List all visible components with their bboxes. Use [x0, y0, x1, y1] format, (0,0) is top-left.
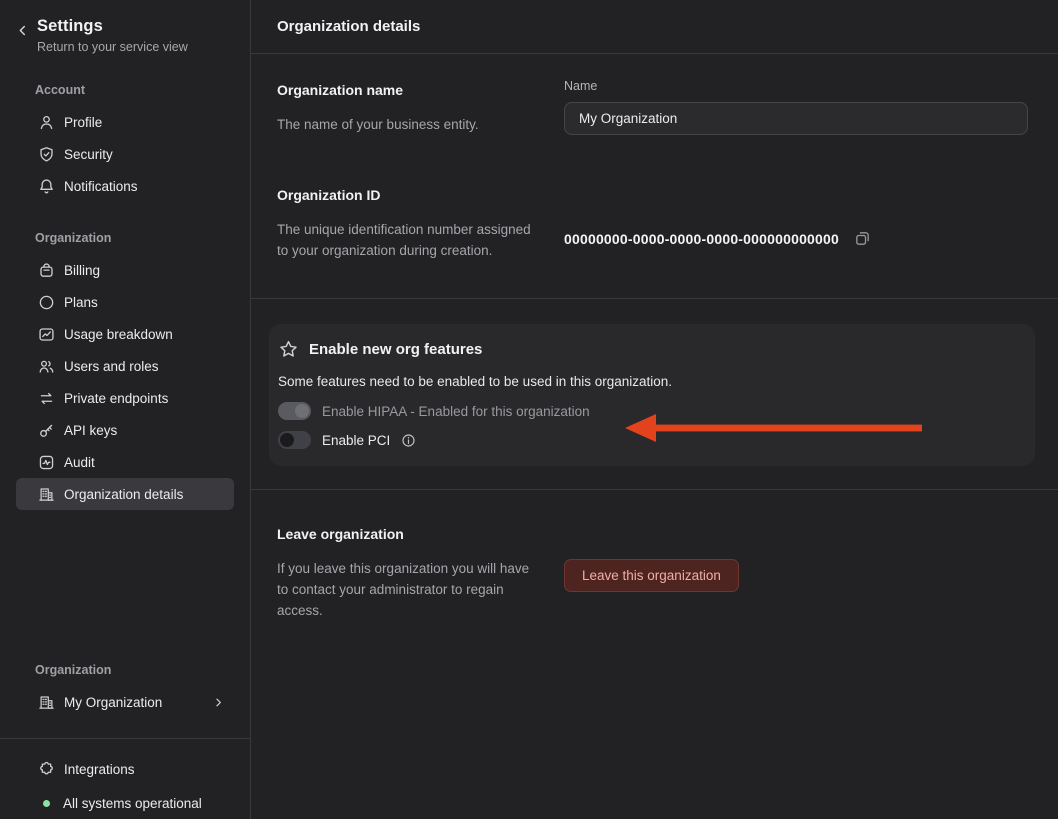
org-name-description: The name of your business entity. [277, 114, 535, 135]
chart-icon [38, 326, 55, 343]
hipaa-toggle[interactable] [278, 402, 311, 420]
org-id-description: The unique identification number assigne… [277, 219, 535, 261]
sidebar-item-label: Billing [64, 263, 100, 278]
billing-icon [38, 262, 55, 279]
page-title: Organization details [277, 18, 420, 35]
sidebar-item-usage-breakdown[interactable]: Usage breakdown [16, 318, 234, 350]
hipaa-toggle-label: Enable HIPAA - Enabled for this organiza… [322, 404, 590, 419]
sidebar-item-label: Audit [64, 455, 95, 470]
sidebar-footer: Integrations All systems operational [0, 739, 250, 819]
sidebar-item-audit[interactable]: Audit [16, 446, 234, 478]
section-divider [251, 298, 1058, 299]
system-status[interactable]: All systems operational [16, 787, 234, 819]
sidebar-item-private-endpoints[interactable]: Private endpoints [16, 382, 234, 414]
star-icon [279, 340, 298, 359]
circle-icon [38, 294, 55, 311]
org-name-input[interactable] [564, 102, 1028, 135]
main-panel: Organization details Organization name T… [251, 0, 1058, 819]
sidebar-item-api-keys[interactable]: API keys [16, 414, 234, 446]
sidebar-item-profile[interactable]: Profile [16, 106, 234, 138]
section-label-organization: Organization [35, 231, 250, 245]
features-description: Some features need to be enabled to be u… [278, 374, 1021, 389]
org-id-value: 00000000-0000-0000-0000-000000000000 [564, 231, 839, 247]
org-id-heading: Organization ID [277, 187, 564, 203]
chevron-right-icon [213, 697, 224, 708]
status-dot-icon [43, 800, 50, 807]
leave-org-heading: Leave organization [277, 526, 564, 542]
sidebar-item-users-and-roles[interactable]: Users and roles [16, 350, 234, 382]
sidebar-spacer [0, 510, 250, 663]
sidebar-item-billing[interactable]: Billing [16, 254, 234, 286]
section-label-account: Account [35, 83, 250, 97]
leave-org-description: If you leave this organization you will … [277, 558, 535, 621]
sidebar-title: Settings [37, 17, 188, 36]
integrations-label: Integrations [64, 762, 135, 777]
users-icon [38, 358, 55, 375]
org-id-row: Organization ID The unique identificatio… [277, 187, 1028, 261]
sidebar-item-plans[interactable]: Plans [16, 286, 234, 318]
org-switcher-label: Organization [35, 663, 250, 677]
info-icon[interactable] [401, 433, 416, 448]
key-icon [38, 422, 55, 439]
sidebar-header: Settings Return to your service view [0, 0, 250, 54]
user-icon [38, 114, 55, 131]
pci-toggle-label: Enable PCI [322, 433, 390, 448]
puzzle-icon [38, 761, 55, 778]
org-switcher-item[interactable]: My Organization [16, 686, 234, 718]
features-heading: Enable new org features [309, 341, 482, 358]
sidebar-item-label: Usage breakdown [64, 327, 173, 342]
name-field-label: Name [564, 79, 1028, 93]
audit-icon [38, 454, 55, 471]
org-switcher-value: My Organization [64, 695, 162, 710]
sidebar-item-label: Notifications [64, 179, 138, 194]
sidebar-item-organization-details[interactable]: Organization details [16, 478, 234, 510]
org-features-card: Enable new org features Some features ne… [269, 324, 1035, 466]
sidebar-subtitle: Return to your service view [37, 40, 188, 54]
sidebar-item-label: Users and roles [64, 359, 159, 374]
building-icon [38, 486, 55, 503]
sidebar-item-label: Profile [64, 115, 102, 130]
org-name-heading: Organization name [277, 82, 564, 98]
status-label: All systems operational [63, 796, 202, 811]
main-header: Organization details [251, 0, 1058, 54]
settings-sidebar: Settings Return to your service view Acc… [0, 0, 251, 819]
shield-icon [38, 146, 55, 163]
sidebar-item-label: Private endpoints [64, 391, 168, 406]
pci-toggle-row: Enable PCI [278, 430, 1021, 450]
copy-icon[interactable] [854, 230, 871, 247]
sidebar-item-label: Security [64, 147, 113, 162]
sidebar-item-label: Plans [64, 295, 98, 310]
org-name-row: Organization name The name of your busin… [277, 82, 1028, 135]
sidebar-item-notifications[interactable]: Notifications [16, 170, 234, 202]
leave-organization-button[interactable]: Leave this organization [564, 559, 739, 592]
arrows-icon [38, 390, 55, 407]
back-chevron-icon[interactable] [16, 24, 29, 37]
sidebar-item-security[interactable]: Security [16, 138, 234, 170]
org-info-section: Organization name The name of your busin… [251, 54, 1058, 261]
sidebar-item-label: API keys [64, 423, 117, 438]
leave-org-section: Leave organization If you leave this org… [251, 490, 1058, 621]
hipaa-toggle-row: Enable HIPAA - Enabled for this organiza… [278, 401, 1021, 421]
org-switcher: Organization My Organization [0, 663, 250, 722]
sidebar-item-label: Organization details [64, 487, 183, 502]
building-icon [38, 694, 55, 711]
pci-toggle[interactable] [278, 431, 311, 449]
bell-icon [38, 178, 55, 195]
integrations-link[interactable]: Integrations [16, 753, 234, 785]
